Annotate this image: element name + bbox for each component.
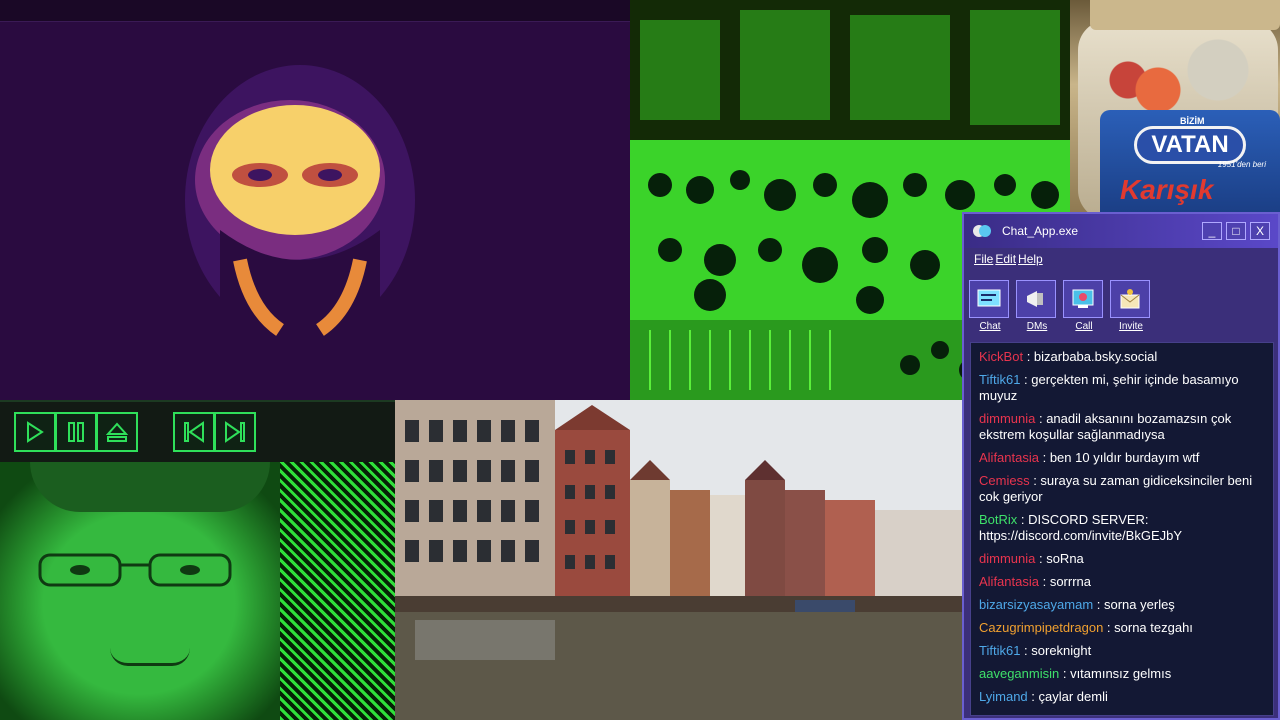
play-icon	[27, 421, 44, 443]
jar-variety: Karışık	[1120, 174, 1214, 205]
chat-username[interactable]: Alifantasia	[979, 450, 1039, 465]
tool-invite-label: Invite	[1119, 321, 1143, 332]
menu-edit[interactable]: Edit	[995, 252, 1016, 266]
chat-message: Alifantasia : sorrrna	[979, 574, 1092, 589]
webcam-face-image	[185, 65, 415, 340]
chat-window: Chat_App.exe _ □ X File Edit Help Chat D…	[962, 212, 1280, 720]
tool-chat-label: Chat	[979, 321, 1001, 332]
media-controls	[0, 400, 395, 462]
chat-message: dimmunia : anadil aksanını bozamazsın ço…	[979, 411, 1232, 442]
glasses-image	[38, 553, 232, 587]
webcam-panel	[0, 0, 630, 400]
minimize-button[interactable]: _	[1202, 222, 1222, 240]
close-button[interactable]: X	[1250, 222, 1270, 240]
menu-file[interactable]: File	[974, 252, 993, 266]
chat-message: Cemiess : suraya su zaman gidiceksincile…	[979, 473, 1253, 504]
pause-icon	[68, 422, 84, 442]
maximize-button[interactable]: □	[1226, 222, 1246, 240]
chat-message: dimmunia : soRna	[979, 551, 1084, 566]
chat-text: ben 10 yıldır burdayım wtf	[1049, 450, 1200, 465]
chat-message: KickBot : bizarbaba.bsky.social	[979, 349, 1158, 364]
chat-text: çaylar demli	[1038, 689, 1108, 704]
eject-icon	[106, 422, 128, 442]
chat-username[interactable]: KickBot	[979, 349, 1023, 364]
chat-titlebar: Chat_App.exe _ □ X	[964, 214, 1278, 248]
chat-log[interactable]: KickBot : bizarbaba.bsky.social Tiftik61…	[970, 342, 1274, 716]
play-button[interactable]	[14, 412, 56, 452]
chat-message: Tiftik61 : gerçekten mi, şehir içinde ba…	[979, 372, 1239, 403]
chat-app-icon	[973, 225, 991, 237]
webcam-titlebar	[0, 0, 630, 22]
chat-username[interactable]: Tiftik61	[979, 372, 1020, 387]
chat-message: Cazugrimpipetdragon : sorna tezgahı	[979, 620, 1193, 635]
city-canal-panel	[395, 400, 962, 720]
chat-message: BotRix : DISCORD SERVER: https://discord…	[979, 512, 1183, 543]
chat-text: soRna	[1046, 551, 1084, 566]
menu-help[interactable]: Help	[1018, 252, 1043, 266]
chat-icon	[977, 289, 1001, 307]
chat-username[interactable]: dimmunia	[979, 411, 1035, 426]
jar-brand-sub: 1951'den beri	[1217, 160, 1266, 169]
chat-text: soreknight	[1031, 643, 1092, 658]
chat-text: sorna tezgahı	[1114, 620, 1193, 635]
chat-text: sorna yerleş	[1104, 597, 1175, 612]
chat-username[interactable]: Cazugrimpipetdragon	[979, 620, 1103, 635]
chat-message: Lyimand : çaylar demli	[979, 689, 1108, 704]
tool-dms-button[interactable]: DMs	[1016, 280, 1058, 336]
jar-lid	[1090, 0, 1280, 30]
chat-text: vıtamınsız gelmıs	[1070, 666, 1172, 681]
next-icon	[225, 421, 245, 443]
chat-username[interactable]: Lyimand	[979, 689, 1028, 704]
previous-button[interactable]	[173, 412, 215, 452]
invite-icon	[1120, 289, 1140, 309]
city-canal-image	[395, 400, 962, 720]
chat-username[interactable]: bizarsizyasayamam	[979, 597, 1093, 612]
next-button[interactable]	[214, 412, 256, 452]
jar-brand: VATAN	[1134, 126, 1246, 164]
chat-username[interactable]: Tiftik61	[979, 643, 1020, 658]
tool-dms-label: DMs	[1026, 321, 1048, 332]
jar-label: BİZİM VATAN 1951'den beri Karışık	[1100, 110, 1280, 212]
chat-text: sorrrna	[1049, 574, 1092, 589]
tool-chat-button[interactable]: Chat	[969, 280, 1011, 336]
chat-message: Tiftik61 : soreknight	[979, 643, 1092, 658]
eject-button[interactable]	[96, 412, 138, 452]
chat-message: bizarsizyasayamam : sorna yerleş	[979, 597, 1175, 612]
tool-invite-button[interactable]: Invite	[1110, 280, 1152, 336]
chat-username[interactable]: aaveganmisin	[979, 666, 1059, 681]
portrait-mouth	[110, 648, 190, 666]
jar-brand-top: BİZİM	[1180, 116, 1205, 126]
previous-icon	[184, 421, 204, 443]
chat-username[interactable]: Alifantasia	[979, 574, 1039, 589]
chat-menubar: File Edit Help	[964, 248, 1278, 270]
chat-username[interactable]: BotRix	[979, 512, 1017, 527]
chat-message: Alifantasia : ben 10 yıldır burdayım wtf	[979, 450, 1200, 465]
green-portrait-panel	[0, 462, 395, 720]
portrait-pattern	[280, 462, 395, 720]
jar-video-panel: BİZİM VATAN 1951'den beri Karışık	[1070, 0, 1280, 212]
chat-toolbar: Chat DMs Call Invite	[964, 276, 1278, 340]
megaphone-icon	[1027, 291, 1043, 307]
chat-username[interactable]: Cemiess	[979, 473, 1030, 488]
tool-call-label: Call	[1075, 321, 1093, 332]
chat-message: aaveganmisin : vıtamınsız gelmıs	[979, 666, 1172, 681]
chat-text: bizarbaba.bsky.social	[1033, 349, 1158, 364]
tool-call-button[interactable]: Call	[1063, 280, 1105, 336]
pause-button[interactable]	[55, 412, 97, 452]
portrait-hair	[30, 462, 270, 512]
call-icon	[1072, 289, 1094, 308]
chat-username[interactable]: dimmunia	[979, 551, 1035, 566]
chat-window-title: Chat_App.exe	[1002, 224, 1079, 238]
